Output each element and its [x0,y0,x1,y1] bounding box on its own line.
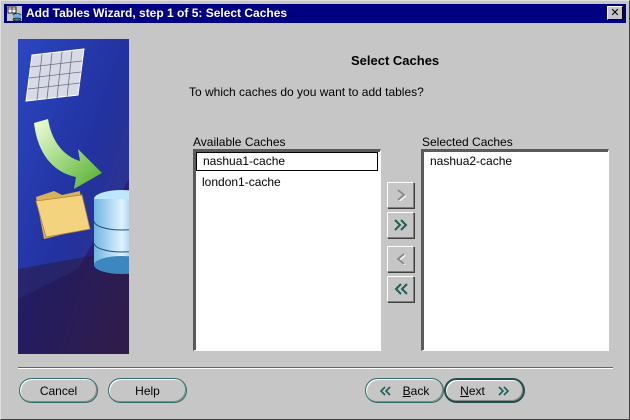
list-item[interactable]: london1-cache [199,173,281,192]
available-caches-list[interactable]: nashua1-cache london1-cache [193,149,381,351]
footer-separator [18,367,613,369]
chevron-right-icon [396,189,407,201]
chevron-left-icon [395,253,406,265]
remove-all-button[interactable] [387,276,414,302]
help-button[interactable]: Help [108,378,187,403]
available-caches-label: Available Caches [193,135,286,149]
wizard-window: Add Tables Wizard, step 1 of 5: Select C… [0,0,630,420]
double-chevron-right-icon [393,219,407,231]
next-chevron-icon [498,385,509,396]
wizard-illustration [18,39,129,354]
next-button[interactable]: Next [444,378,525,403]
list-item[interactable]: nashua1-cache [196,152,378,171]
wizard-app-icon [7,6,22,21]
page-question: To which caches do you want to add table… [189,85,424,99]
window-title: Add Tables Wizard, step 1 of 5: Select C… [26,6,288,20]
remove-selected-button[interactable] [387,246,414,272]
back-label: Back [402,383,430,398]
selected-caches-list[interactable]: nashua2-cache [421,149,609,351]
list-item[interactable]: nashua2-cache [427,152,512,171]
close-button[interactable]: ✕ [607,6,623,20]
cancel-button[interactable]: Cancel [19,378,98,403]
close-icon: ✕ [610,6,620,19]
back-chevron-icon [379,385,391,396]
double-chevron-left-icon [394,283,408,295]
add-all-button[interactable] [387,212,414,238]
help-label: Help [135,383,160,398]
add-selected-button[interactable] [387,182,414,208]
page-heading: Select Caches [351,53,440,68]
selected-caches-label: Selected Caches [422,135,513,149]
title-bar[interactable]: Add Tables Wizard, step 1 of 5: Select C… [4,4,626,23]
next-label: Next [460,383,485,398]
cancel-label: Cancel [39,383,78,398]
back-button[interactable]: Back [365,378,444,403]
